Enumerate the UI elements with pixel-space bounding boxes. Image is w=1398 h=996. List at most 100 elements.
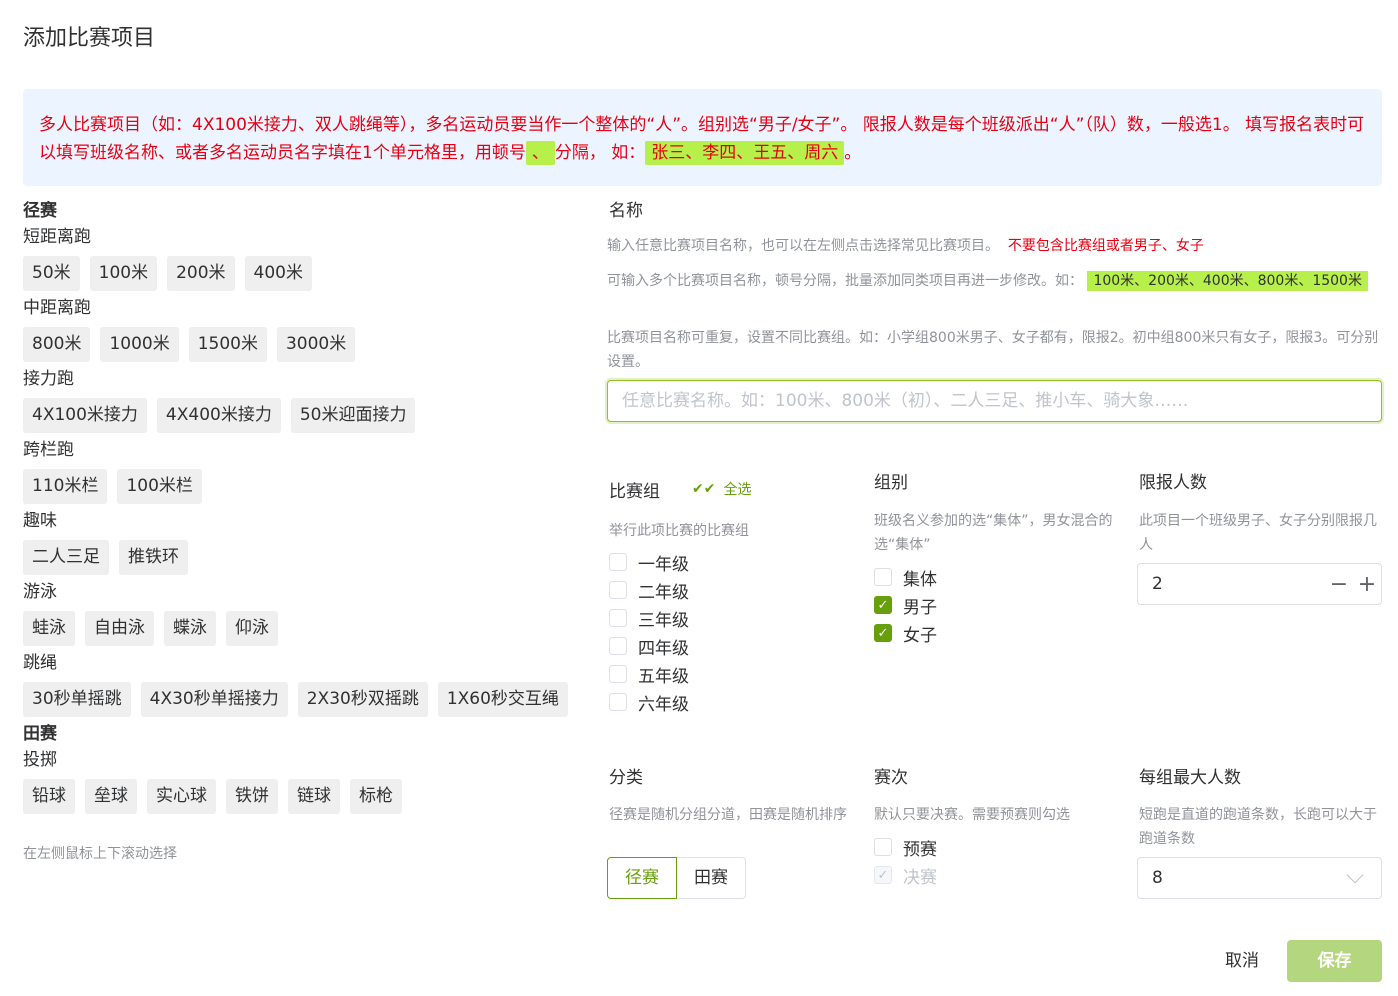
category-label: 分类 xyxy=(609,768,643,788)
max-per-group-section: 每组最大人数 短跑是直道的跑道条数，长跑可以大于跑道条数 xyxy=(1139,765,1382,851)
group-checkbox[interactable]: 五年级 xyxy=(609,660,859,688)
chip-group-rope: 30秒单摇跳 4X30秒单摇接力 2X30秒双摇跳 1X60秒交互绳 xyxy=(23,682,583,717)
category-title-field: 田赛 xyxy=(23,724,57,744)
name-label: 名称 xyxy=(609,201,643,221)
division-checkbox[interactable]: ✓ 女子 xyxy=(874,619,1119,647)
minus-icon[interactable]: − xyxy=(1325,572,1353,597)
event-preset-list[interactable]: 径赛 短距离跑 50米 100米 200米 400米 中距离跑 800米 100… xyxy=(23,198,583,823)
event-chip[interactable]: 200米 xyxy=(167,256,235,291)
event-chip[interactable]: 垒球 xyxy=(85,779,137,814)
category-section: 分类 径赛是随机分组分道，田赛是随机排序 xyxy=(609,765,859,827)
event-chip[interactable]: 2X30秒双摇跳 xyxy=(297,682,428,717)
limit-value[interactable]: 2 xyxy=(1152,574,1325,594)
chip-group-hurdle: 110米栏 100米栏 xyxy=(23,469,583,504)
save-button[interactable]: 保存 xyxy=(1287,940,1382,982)
event-chip[interactable]: 蛙泳 xyxy=(23,611,75,646)
event-chip[interactable]: 仰泳 xyxy=(226,611,278,646)
group-checkbox-label: 三年级 xyxy=(638,610,689,631)
event-chip[interactable]: 100米栏 xyxy=(117,469,202,504)
division-checkbox-label: 女子 xyxy=(903,625,937,646)
event-chip[interactable]: 110米栏 xyxy=(23,469,108,504)
event-chip[interactable]: 30秒单摇跳 xyxy=(23,682,131,717)
group-checkbox[interactable]: 四年级 xyxy=(609,632,859,660)
max-per-group-select[interactable]: 8 xyxy=(1137,857,1382,899)
notice-text: 。 xyxy=(844,143,862,163)
event-chip[interactable]: 50米 xyxy=(23,256,80,291)
name-hint-warning: 不要包含比赛组或者男子、女子 xyxy=(1007,238,1204,254)
event-chip[interactable]: 50米迎面接力 xyxy=(290,398,416,433)
event-chip[interactable]: 铁饼 xyxy=(226,779,278,814)
category-option-field[interactable]: 田赛 xyxy=(677,857,746,899)
group-checkbox-label: 二年级 xyxy=(638,582,689,603)
division-section: 组别 班级名义参加的选“集体”，男女混合的选“集体” 集体 ✓ 男子 ✓ 女子 xyxy=(874,470,1119,647)
category-option-track[interactable]: 径赛 xyxy=(607,857,677,899)
event-chip[interactable]: 链球 xyxy=(288,779,340,814)
event-chip[interactable]: 二人三足 xyxy=(23,540,109,575)
group-checkbox[interactable]: 三年级 xyxy=(609,604,859,632)
event-chip[interactable]: 推铁环 xyxy=(119,540,188,575)
checkbox-box xyxy=(874,838,892,856)
division-checkbox[interactable]: ✓ 男子 xyxy=(874,591,1119,619)
event-chip[interactable]: 4X400米接力 xyxy=(156,398,281,433)
checkbox-box xyxy=(609,609,627,627)
chip-group-fun: 二人三足 推铁环 xyxy=(23,540,583,575)
round-checkbox-prelim[interactable]: 预赛 xyxy=(874,833,1119,861)
name-hint-example: 100米、200米、400米、800米、1500米 xyxy=(1087,271,1368,291)
notice-text: 分隔， 如： xyxy=(554,143,646,163)
rounds-label: 赛次 xyxy=(874,768,908,788)
plus-icon[interactable]: + xyxy=(1353,572,1381,597)
name-hint-batch: 可输入多个比赛项目名称，顿号分隔，批量添加同类项目再进一步修改。如： 100米、… xyxy=(607,268,1382,294)
limit-section: 限报人数 此项目一个班级男子、女子分别限报几人 xyxy=(1139,470,1382,557)
groups-hint: 举行此项比赛的比赛组 xyxy=(609,523,749,539)
limit-hint: 此项目一个班级男子、女子分别限报几人 xyxy=(1139,513,1377,553)
round-checkbox-label: 决赛 xyxy=(903,867,937,888)
event-chip[interactable]: 4X100米接力 xyxy=(23,398,147,433)
event-chip[interactable]: 400米 xyxy=(244,256,312,291)
name-hint-repeat: 比赛项目名称可重复，设置不同比赛组。如：小学组800米男子、女子都有，限报2。初… xyxy=(607,330,1379,370)
group-checkbox[interactable]: 六年级 xyxy=(609,688,859,716)
event-name-input[interactable] xyxy=(607,380,1382,422)
subcategory-title-swim: 游泳 xyxy=(23,582,57,602)
double-check-icon: ✔✔ xyxy=(692,481,716,497)
groups-label: 比赛组 xyxy=(609,481,660,502)
division-checkbox[interactable]: 集体 xyxy=(874,563,1119,591)
check-icon: ✓ xyxy=(874,866,892,884)
checkbox-box xyxy=(609,665,627,683)
event-chip[interactable]: 100米 xyxy=(89,256,158,291)
event-chip[interactable]: 800米 xyxy=(23,327,91,362)
cancel-button[interactable]: 取消 xyxy=(1213,945,1271,977)
category-title-track: 径赛 xyxy=(23,201,57,221)
subcategory-title-relay: 接力跑 xyxy=(23,369,74,389)
event-chip[interactable]: 铅球 xyxy=(23,779,75,814)
division-hint: 班级名义参加的选“集体”，男女混合的选“集体” xyxy=(874,513,1113,553)
name-hint-text: 输入任意比赛项目名称，也可以在左侧点击选择常见比赛项目。 xyxy=(607,238,999,254)
group-checkbox-label: 一年级 xyxy=(638,554,689,575)
limit-stepper[interactable]: 2 − + xyxy=(1137,563,1382,605)
group-checkbox[interactable]: 二年级 xyxy=(609,576,859,604)
event-chip[interactable]: 1500米 xyxy=(188,327,267,362)
dialog-title: 添加比赛项目 xyxy=(23,26,156,51)
division-checkbox-label: 男子 xyxy=(903,597,937,618)
chevron-down-icon xyxy=(1346,866,1364,884)
event-chip[interactable]: 1X60秒交互绳 xyxy=(437,682,568,717)
max-per-group-label: 每组最大人数 xyxy=(1139,768,1241,788)
event-chip[interactable]: 1000米 xyxy=(100,327,179,362)
event-chip[interactable]: 自由泳 xyxy=(85,611,154,646)
checkbox-box xyxy=(609,581,627,599)
event-chip[interactable]: 蝶泳 xyxy=(164,611,216,646)
event-chip[interactable]: 4X30秒单摇接力 xyxy=(140,682,288,717)
group-checkbox[interactable]: 一年级 xyxy=(609,548,859,576)
rounds-section: 赛次 默认只要决赛。需要预赛则勾选 预赛 ✓ 决赛 xyxy=(874,765,1119,889)
event-chip[interactable]: 标枪 xyxy=(350,779,402,814)
round-checkbox-label: 预赛 xyxy=(903,839,937,860)
round-checkbox-final: ✓ 决赛 xyxy=(874,861,1119,889)
event-chip[interactable]: 实心球 xyxy=(147,779,216,814)
event-chip[interactable]: 3000米 xyxy=(276,327,356,362)
max-per-group-value: 8 xyxy=(1152,868,1163,888)
group-checkbox-label: 五年级 xyxy=(638,666,689,687)
category-toggle: 径赛 田赛 xyxy=(607,857,746,899)
select-all-button[interactable]: ✔✔ 全选 xyxy=(692,479,751,499)
category-hint: 径赛是随机分组分道，田赛是随机排序 xyxy=(609,807,847,823)
subcategory-title-middle: 中距离跑 xyxy=(23,298,91,318)
chip-group-sprint: 50米 100米 200米 400米 xyxy=(23,256,583,291)
